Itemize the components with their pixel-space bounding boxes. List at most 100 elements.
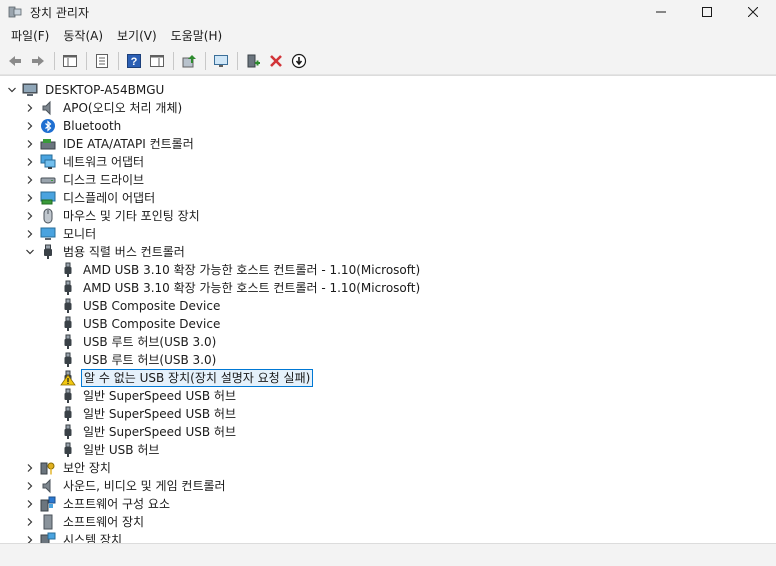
- properties-button[interactable]: [91, 50, 113, 72]
- category-display-adapter[interactable]: 디스플레이 어댑터: [24, 189, 157, 207]
- chevron-right-icon[interactable]: [24, 480, 36, 492]
- category-usb-controller[interactable]: 범용 직렬 버스 컨트롤러: [24, 243, 187, 261]
- usb-device-item[interactable]: AMD USB 3.10 확장 가능한 호스트 컨트롤러 - 1.10(Micr…: [60, 279, 422, 297]
- usb-device-item[interactable]: 일반 USB 허브: [60, 441, 161, 459]
- category-software-component[interactable]: 소프트웨어 구성 요소: [24, 495, 172, 513]
- chevron-right-icon[interactable]: [24, 138, 36, 150]
- toolbar-separator: [118, 52, 119, 70]
- device-label: AMD USB 3.10 확장 가능한 호스트 컨트롤러 - 1.10(Micr…: [83, 281, 421, 295]
- chevron-right-icon[interactable]: [24, 120, 36, 132]
- device-manager-window: 장치 관리자 파일(F) 동작(A) 보기(V) 도움말(H) ? DESKTO…: [0, 0, 776, 566]
- usb-device-item[interactable]: USB Composite Device: [60, 297, 222, 315]
- device-manager-app-icon: [8, 5, 22, 19]
- security-key-icon: [40, 460, 56, 476]
- uninstall-x-icon: [270, 55, 282, 67]
- action-pane-icon: [150, 55, 164, 67]
- chevron-right-icon[interactable]: [24, 174, 36, 186]
- window-title: 장치 관리자: [30, 5, 90, 20]
- menu-file[interactable]: 파일(F): [4, 25, 56, 47]
- category-sound-video-game[interactable]: 사운드, 비디오 및 게임 컨트롤러: [24, 477, 228, 495]
- update-driver-button[interactable]: [178, 50, 200, 72]
- category-software-device[interactable]: 소프트웨어 장치: [24, 513, 146, 531]
- device-label: 일반 SuperSpeed USB 허브: [83, 407, 237, 421]
- forward-button[interactable]: [27, 50, 49, 72]
- device-label: USB 루트 허브(USB 3.0): [83, 335, 217, 349]
- disk-drive-icon: [40, 172, 56, 188]
- usb-device-item[interactable]: 일반 SuperSpeed USB 허브: [60, 405, 238, 423]
- chevron-right-icon[interactable]: [24, 462, 36, 474]
- category-label: IDE ATA/ATAPI 컨트롤러: [63, 137, 194, 151]
- chevron-down-icon[interactable]: [6, 84, 18, 96]
- usb-device-item-unknown[interactable]: 알 수 없는 USB 장치(장치 설명자 요청 실패): [60, 369, 314, 387]
- chevron-right-icon[interactable]: [24, 102, 36, 114]
- device-label: 일반 USB 허브: [83, 443, 160, 457]
- tree-root[interactable]: DESKTOP-A54BMGU: [6, 81, 166, 99]
- chevron-right-icon[interactable]: [24, 516, 36, 528]
- action-pane-button[interactable]: [146, 50, 168, 72]
- uninstall-device-button[interactable]: [265, 50, 287, 72]
- menu-help[interactable]: 도움말(H): [164, 25, 230, 47]
- category-system-device[interactable]: 시스템 장치: [24, 531, 124, 543]
- toolbar-separator: [173, 52, 174, 70]
- category-apo[interactable]: APO(오디오 처리 개체): [24, 99, 184, 117]
- menu-view[interactable]: 보기(V): [110, 25, 164, 47]
- maximize-button[interactable]: [684, 0, 730, 24]
- chevron-right-icon[interactable]: [24, 498, 36, 510]
- category-label: 보안 장치: [63, 461, 111, 475]
- category-security-device[interactable]: 보안 장치: [24, 459, 113, 477]
- show-hide-console-tree-button[interactable]: [59, 50, 81, 72]
- category-network-adapter[interactable]: 네트워크 어댑터: [24, 153, 146, 171]
- usb-plug-icon: [60, 334, 76, 350]
- category-label: APO(오디오 처리 개체): [63, 101, 183, 115]
- device-label: USB Composite Device: [83, 317, 221, 331]
- usb-plug-icon: [60, 280, 76, 296]
- display-adapter-icon: [40, 190, 56, 206]
- category-monitor[interactable]: 모니터: [24, 225, 98, 243]
- usb-device-item[interactable]: USB Composite Device: [60, 315, 222, 333]
- close-button[interactable]: [730, 0, 776, 24]
- chevron-right-icon[interactable]: [24, 192, 36, 204]
- minimize-icon: [656, 11, 666, 13]
- category-label: 소프트웨어 장치: [63, 515, 145, 529]
- device-label: 일반 SuperSpeed USB 허브: [83, 425, 237, 439]
- help-button[interactable]: ?: [123, 50, 145, 72]
- usb-device-item[interactable]: 일반 SuperSpeed USB 허브: [60, 423, 238, 441]
- category-disk-drive[interactable]: 디스크 드라이브: [24, 171, 146, 189]
- category-bluetooth[interactable]: Bluetooth: [24, 117, 123, 135]
- category-mouse[interactable]: 마우스 및 기타 포인팅 장치: [24, 207, 202, 225]
- close-icon: [748, 7, 758, 17]
- scan-hardware-button[interactable]: [210, 50, 232, 72]
- usb-plug-icon: [60, 424, 76, 440]
- disable-device-button[interactable]: [288, 50, 310, 72]
- add-driver-button[interactable]: [242, 50, 264, 72]
- chevron-right-icon[interactable]: [24, 534, 36, 543]
- properties-icon: [96, 54, 108, 68]
- menu-action[interactable]: 동작(A): [56, 25, 110, 47]
- usb-device-item[interactable]: AMD USB 3.10 확장 가능한 호스트 컨트롤러 - 1.10(Micr…: [60, 261, 422, 279]
- device-tree[interactable]: DESKTOP-A54BMGU APO(오디오 처리 개체) Bluetooth…: [0, 75, 776, 543]
- chevron-right-icon[interactable]: [24, 228, 36, 240]
- mouse-icon: [40, 208, 56, 224]
- usb-plug-icon: [40, 244, 56, 260]
- category-ide-ata[interactable]: IDE ATA/ATAPI 컨트롤러: [24, 135, 196, 153]
- usb-device-item[interactable]: 일반 SuperSpeed USB 허브: [60, 387, 238, 405]
- category-label: 디스크 드라이브: [63, 173, 145, 187]
- warning-icon: [60, 370, 76, 386]
- chevron-right-icon[interactable]: [24, 210, 36, 222]
- back-button[interactable]: [4, 50, 26, 72]
- monitor-icon: [40, 226, 56, 242]
- ide-controller-icon: [40, 136, 56, 152]
- chevron-right-icon[interactable]: [24, 156, 36, 168]
- toolbar-separator: [54, 52, 55, 70]
- status-bar: [0, 543, 776, 566]
- minimize-button[interactable]: [638, 0, 684, 24]
- chevron-down-icon[interactable]: [24, 246, 36, 258]
- usb-plug-icon: [60, 316, 76, 332]
- computer-name: DESKTOP-A54BMGU: [45, 83, 165, 97]
- usb-device-item[interactable]: USB 루트 허브(USB 3.0): [60, 333, 218, 351]
- scan-monitor-icon: [214, 55, 228, 67]
- usb-device-item[interactable]: USB 루트 허브(USB 3.0): [60, 351, 218, 369]
- software-component-icon: [40, 496, 56, 512]
- speaker-icon: [40, 478, 56, 494]
- device-label: 알 수 없는 USB 장치(장치 설명자 요청 실패): [81, 369, 314, 387]
